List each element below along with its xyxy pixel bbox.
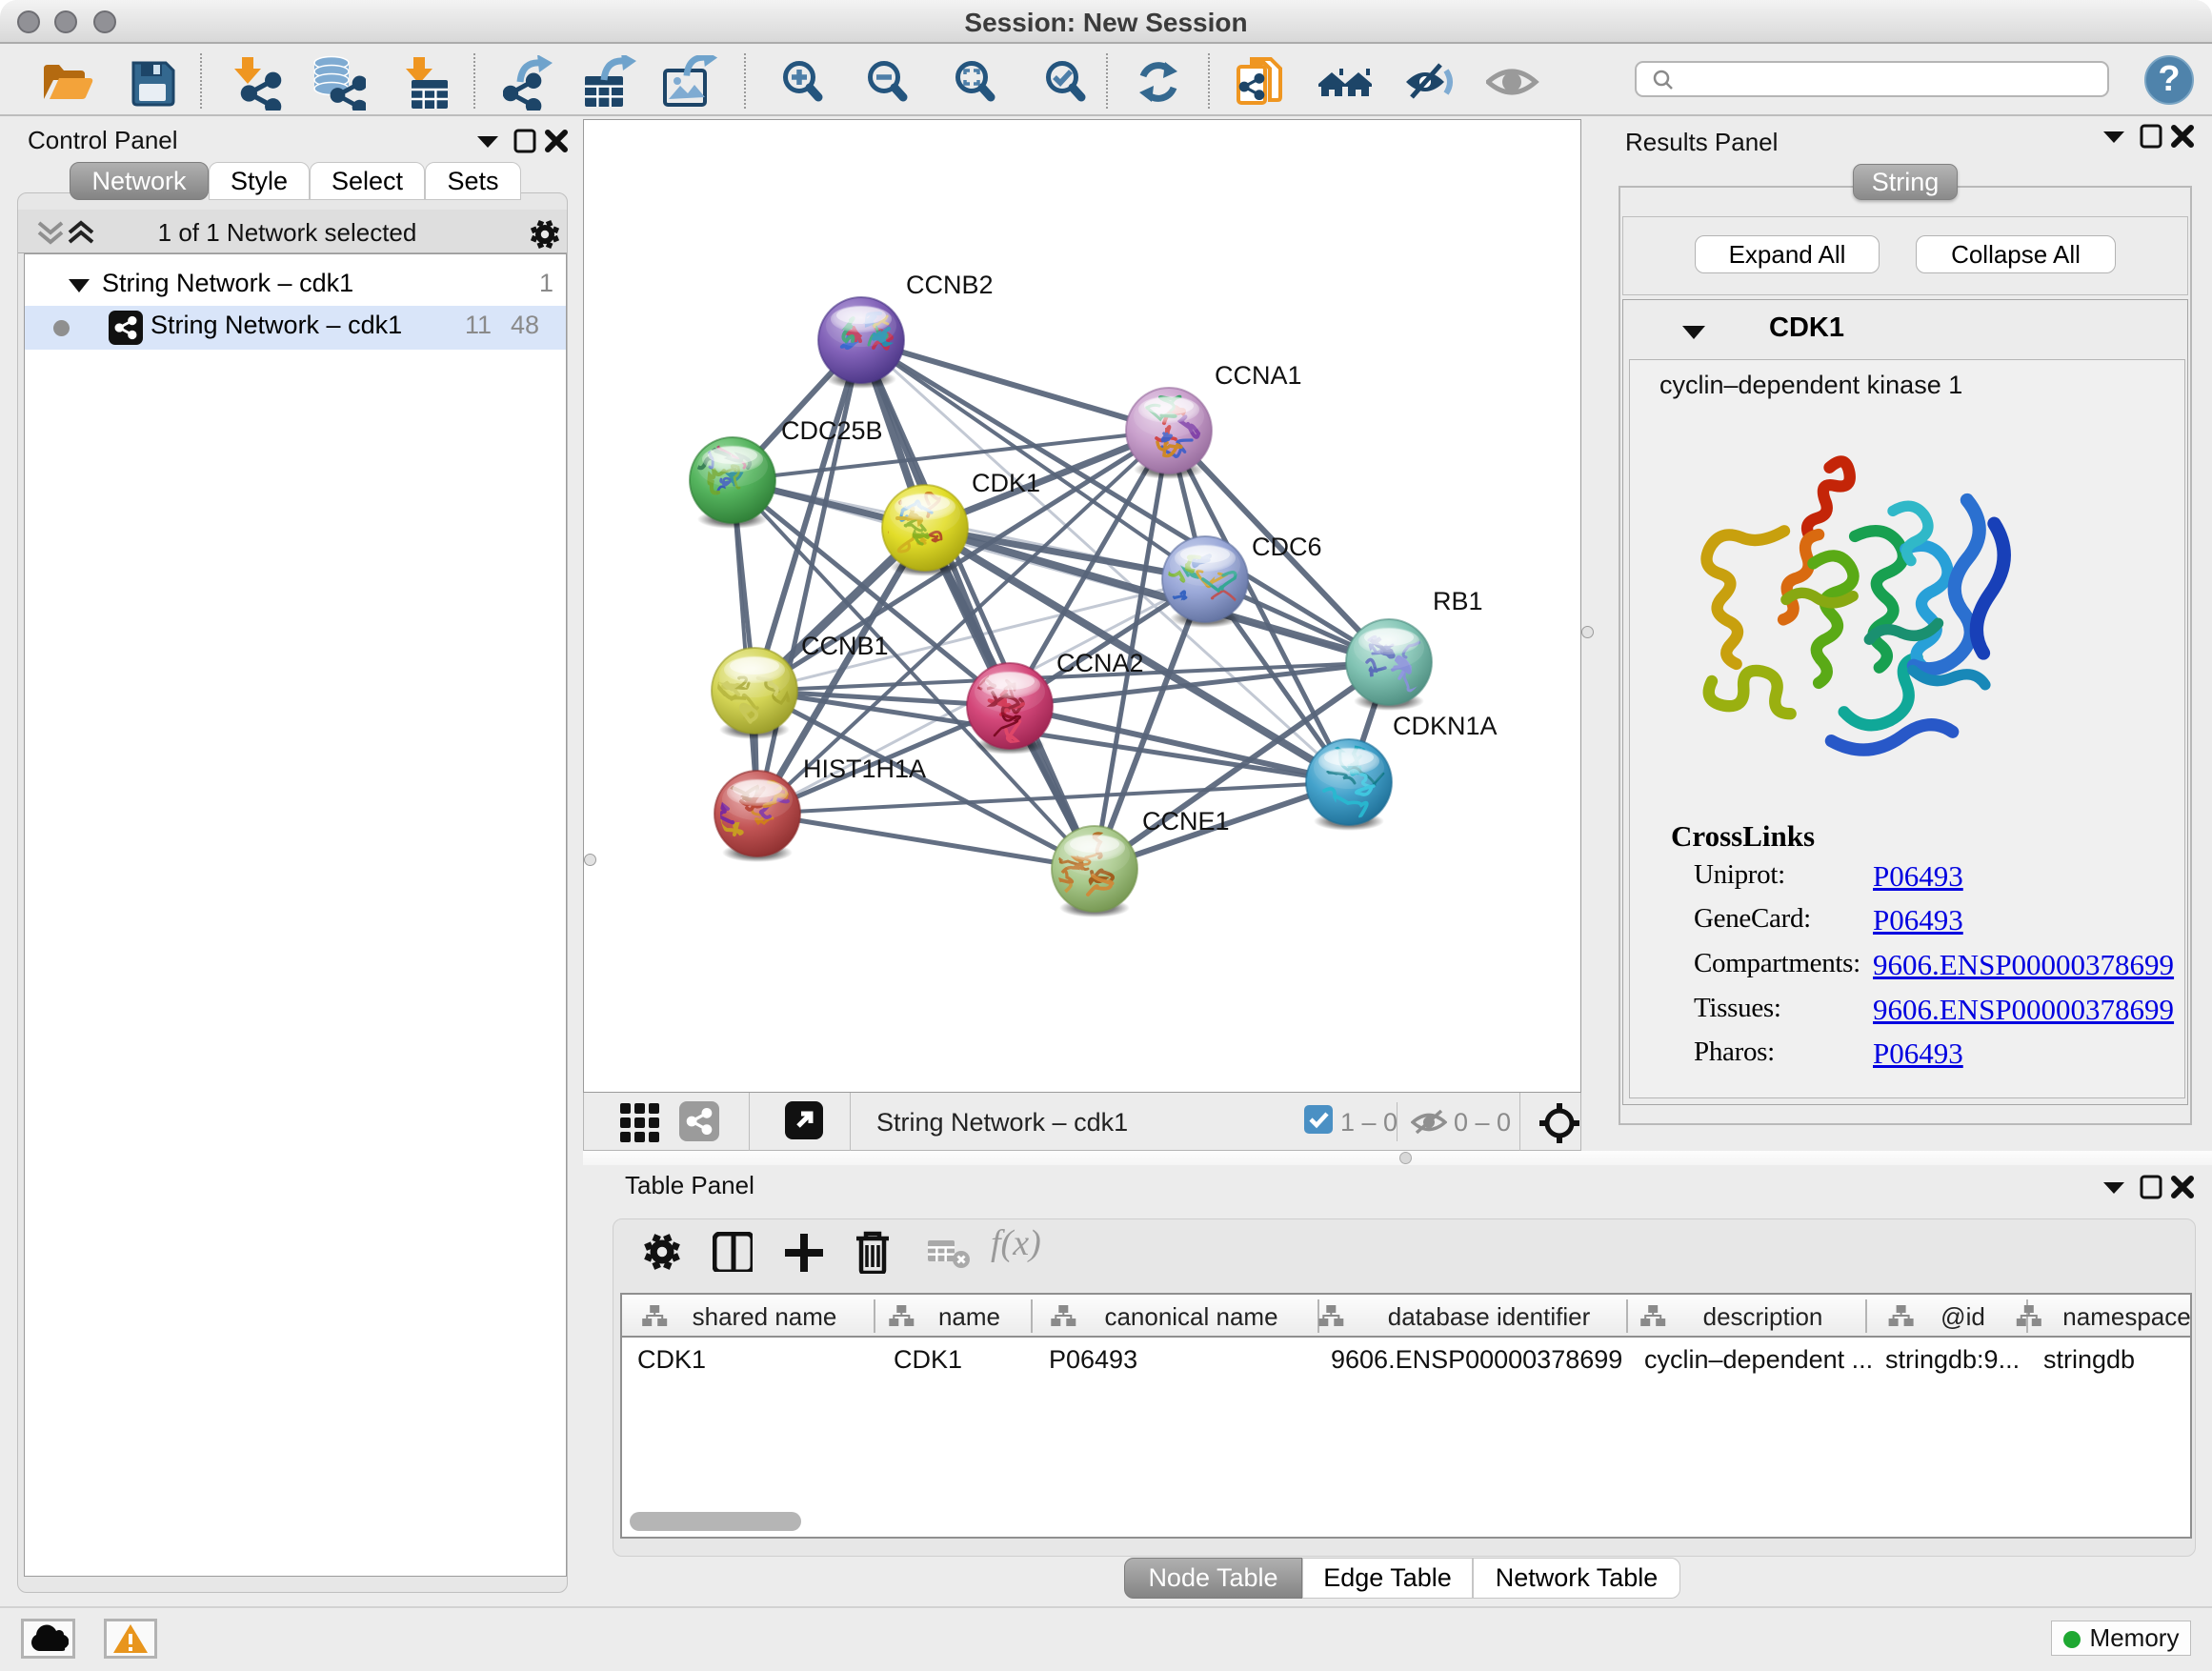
svg-text:CDC6: CDC6 [1252,533,1322,561]
svg-text:CCNB1: CCNB1 [801,632,889,660]
svg-text:RB1: RB1 [1433,587,1483,615]
svg-text:CCNB2: CCNB2 [906,271,994,299]
svg-text:CCNE1: CCNE1 [1142,807,1230,836]
svg-text:CCNA2: CCNA2 [1056,649,1144,677]
svg-text:CCNA1: CCNA1 [1215,361,1302,390]
svg-text:CDC25B: CDC25B [781,416,883,445]
svg-text:HIST1H1A: HIST1H1A [803,755,926,783]
svg-text:CDK1: CDK1 [972,469,1040,497]
svg-text:CDKN1A: CDKN1A [1393,712,1498,740]
